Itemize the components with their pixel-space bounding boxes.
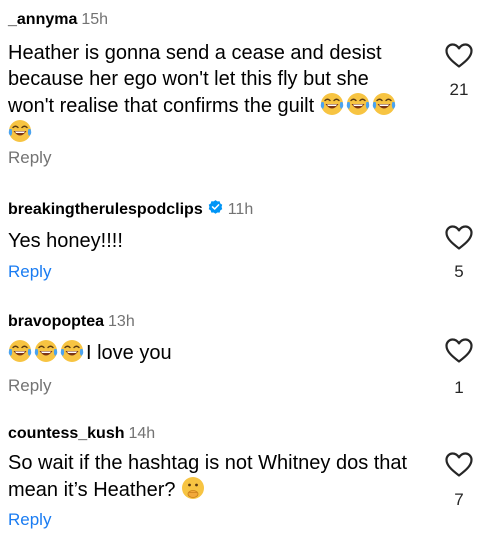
comment-text-body: I love you: [86, 342, 172, 364]
comment-username[interactable]: _annyma: [8, 11, 77, 28]
like-count: 21: [449, 80, 469, 99]
like-count: 5: [454, 262, 464, 281]
face-with-tears-of-joy-icon: [60, 339, 84, 363]
heart-icon[interactable]: [444, 223, 474, 251]
comment-text: Heather is gonna send a cease and desist…: [8, 40, 418, 146]
face-with-tears-of-joy-icon: [34, 339, 58, 363]
heart-icon[interactable]: [444, 450, 474, 478]
like-count: 7: [454, 490, 464, 509]
comment-username[interactable]: countess_kush: [8, 425, 124, 442]
like-count: 1: [454, 378, 464, 397]
comment-item: countess_kush 14h So wait if the hashtag …: [0, 424, 500, 539]
comment-text: I love you: [8, 339, 418, 366]
face-with-tears-of-joy-icon: [8, 119, 32, 143]
heart-icon[interactable]: [444, 336, 474, 364]
face-with-open-eyes-and-hand-over-mouth-icon: [181, 476, 205, 500]
comment-username[interactable]: breakingtherulespodclips: [8, 201, 203, 218]
comment-item: bravopoptea 13h I love you Reply 1: [0, 312, 500, 402]
comment-meta: _annyma 15h: [8, 10, 108, 30]
comment-text: So wait if the hashtag is not Whitney do…: [8, 450, 408, 503]
comment-timestamp: 13h: [108, 313, 135, 330]
face-with-tears-of-joy-icon: [346, 92, 370, 116]
comment-text-body: Yes honey!!!!: [8, 230, 123, 252]
comment-timestamp: 14h: [128, 425, 156, 442]
reply-button[interactable]: Reply: [8, 510, 51, 530]
reply-button[interactable]: Reply: [8, 262, 51, 282]
comment-username[interactable]: bravopoptea: [8, 313, 104, 330]
face-with-tears-of-joy-icon: [8, 339, 32, 363]
face-with-tears-of-joy-icon: [372, 92, 396, 116]
face-with-tears-of-joy-icon: [320, 92, 344, 116]
comment-item: breakingtherulespodclips 11h Yes honey!!!…: [0, 199, 500, 289]
comment-meta: bravopoptea 13h: [8, 312, 135, 332]
comment-timestamp: 15h: [81, 11, 109, 28]
comment-meta: breakingtherulespodclips 11h: [8, 199, 253, 220]
reply-button[interactable]: Reply: [8, 376, 51, 396]
comment-text: Yes honey!!!!: [8, 228, 418, 254]
heart-icon[interactable]: [444, 41, 474, 69]
comment-meta: countess_kush 14h: [8, 424, 155, 444]
reply-button[interactable]: Reply: [8, 148, 51, 168]
comment-text-body: So wait if the hashtag is not Whitney do…: [8, 452, 408, 501]
comment-timestamp: 11h: [227, 201, 254, 218]
verified-badge-icon: [208, 200, 222, 214]
comment-item: _annyma 15h Heather is gonna send a cease…: [0, 10, 500, 170]
